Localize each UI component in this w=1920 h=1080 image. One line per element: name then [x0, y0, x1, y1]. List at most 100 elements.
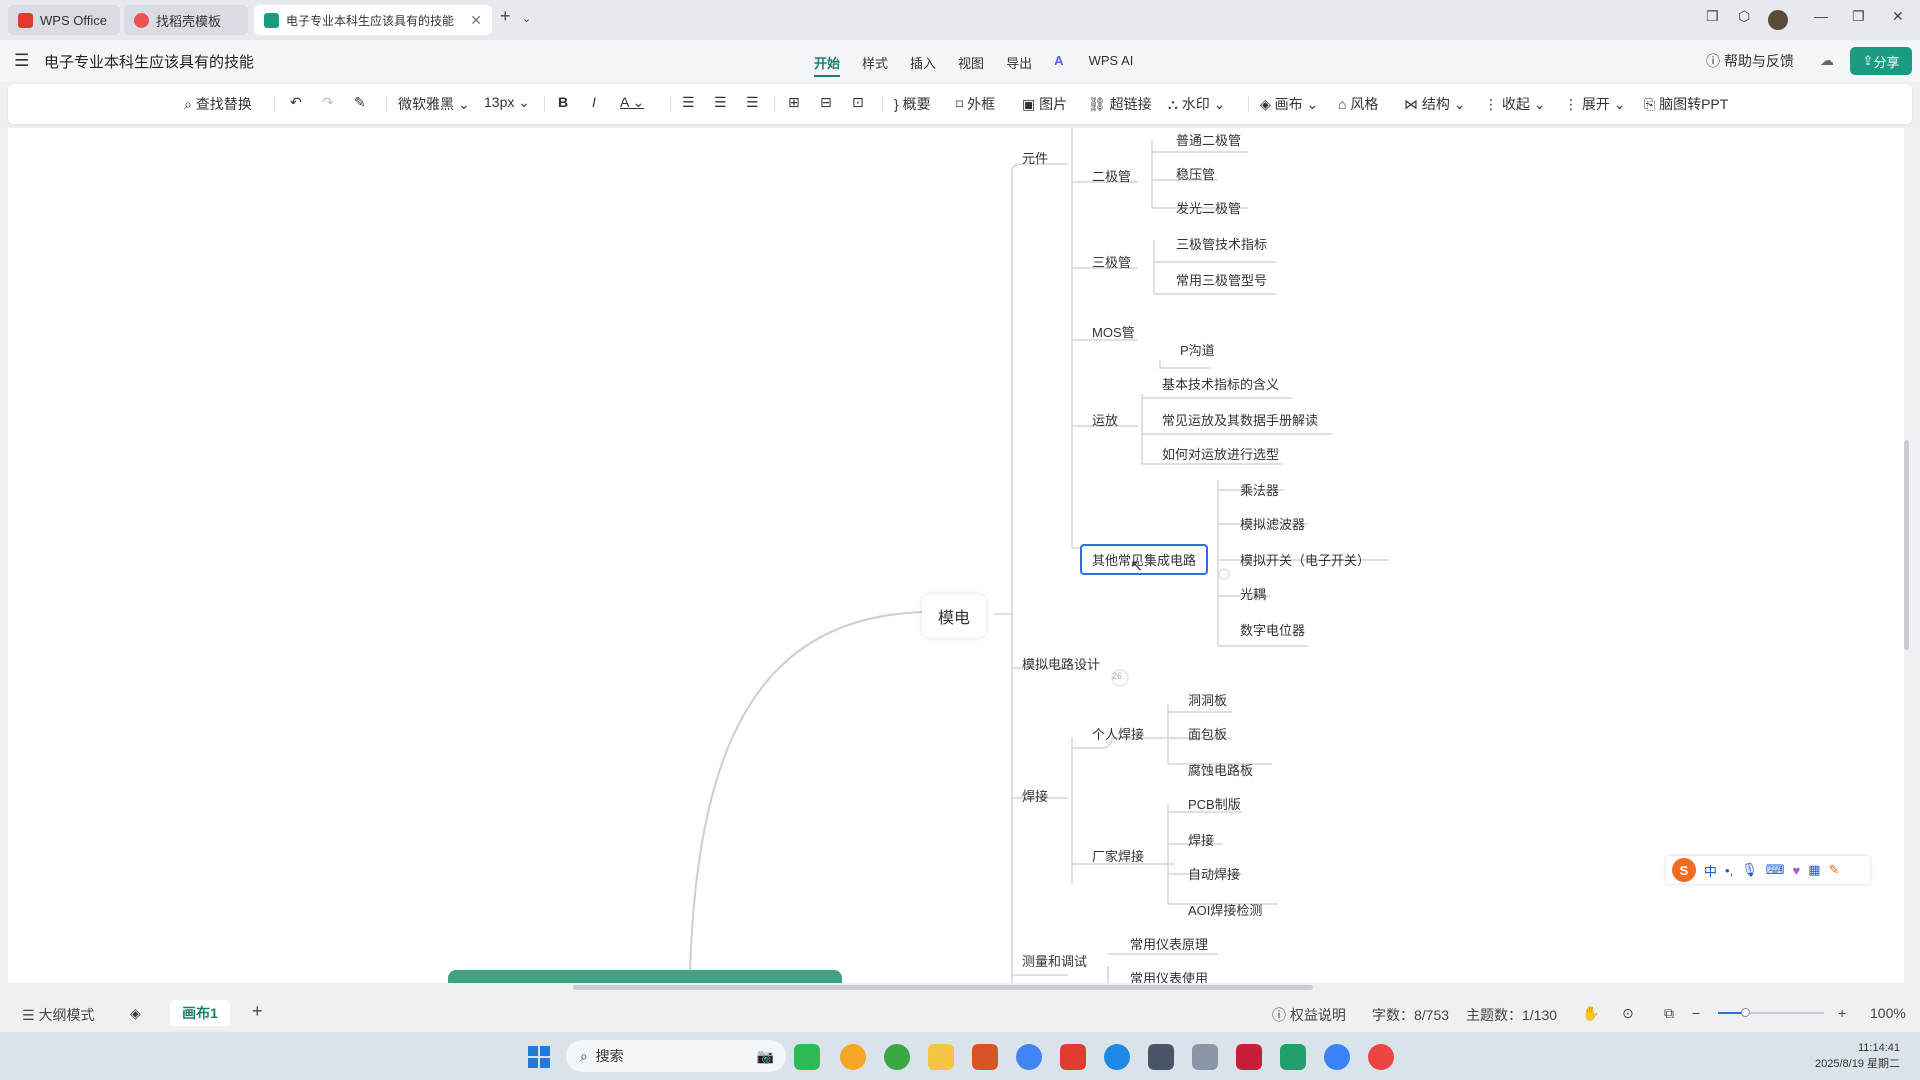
- wps-taskbar-icon[interactable]: [1060, 1044, 1086, 1070]
- topic-leaf[interactable]: 常用三极管型号: [1176, 270, 1267, 289]
- align-left-icon[interactable]: ☰: [682, 94, 695, 111]
- wechat-icon[interactable]: [794, 1044, 820, 1070]
- topic-leaf[interactable]: 光耦: [1240, 584, 1266, 603]
- font-family-select[interactable]: 微软雅黑 ⌄: [398, 94, 470, 114]
- topic-leaf[interactable]: 常用仪表原理: [1130, 934, 1208, 953]
- zoom-slider-thumb[interactable]: [1741, 1008, 1750, 1017]
- chat-app-icon[interactable]: [1104, 1044, 1130, 1070]
- outline-mode-button[interactable]: ☰ 大纲模式: [22, 1005, 94, 1025]
- hamburger-menu-icon[interactable]: ☰: [14, 51, 29, 71]
- format-painter-icon[interactable]: ✎: [354, 94, 366, 111]
- find-replace-button[interactable]: ⌕ 查找替换: [184, 94, 252, 114]
- taskbar-search[interactable]: ⌕ 搜索 📷: [566, 1040, 786, 1072]
- tab-mindmap[interactable]: 电子专业本科生应该具有的技能 ✕: [254, 5, 492, 35]
- close-tab-icon[interactable]: ✕: [470, 12, 482, 29]
- system-clock[interactable]: 11:14:41 2025/8/19 星期二: [1800, 1040, 1900, 1072]
- tab-insert[interactable]: 插入: [910, 53, 936, 77]
- expand-button[interactable]: ⋮ 展开 ⌄: [1564, 94, 1626, 114]
- topic-leaf[interactable]: 基本技术指标的含义: [1162, 374, 1279, 393]
- topic-components[interactable]: 元件: [1022, 148, 1048, 167]
- box-icon[interactable]: ⬡: [1738, 8, 1750, 25]
- green-topic-node[interactable]: [448, 970, 842, 983]
- topic-leaf[interactable]: PCB制版: [1188, 794, 1241, 813]
- tab-wps-ai[interactable]: A WPS AI: [1054, 53, 1155, 77]
- topic-leaf[interactable]: 模拟开关（电子开关）: [1240, 550, 1370, 569]
- windows-start-icon[interactable]: [528, 1046, 550, 1068]
- window-tile-icon[interactable]: ❐: [1706, 8, 1719, 25]
- align-right-icon[interactable]: ☰: [746, 94, 759, 111]
- layers-icon[interactable]: ◈: [130, 1005, 141, 1022]
- edge-icon[interactable]: [884, 1044, 910, 1070]
- chevron-down-icon[interactable]: ⌄: [522, 12, 531, 25]
- hyperlink-button[interactable]: ⛓ 超链接: [1088, 94, 1152, 114]
- insert-parent-icon[interactable]: ⊡: [852, 94, 864, 111]
- redo-icon[interactable]: ↷: [322, 94, 334, 111]
- topic-leaf[interactable]: AOI焊接检测: [1188, 900, 1262, 919]
- image-button[interactable]: ▣ 图片: [1022, 94, 1067, 114]
- insert-subtopic-icon[interactable]: ⊟: [820, 94, 832, 111]
- close-window-icon[interactable]: ✕: [1892, 8, 1904, 25]
- bold-icon[interactable]: B: [558, 94, 568, 110]
- canvas-tab-1[interactable]: 画布1: [170, 1000, 230, 1026]
- microphone-icon[interactable]: 🎙: [1741, 862, 1758, 878]
- vertical-scrollbar[interactable]: [1904, 440, 1909, 650]
- topic-leaf[interactable]: P沟道: [1180, 340, 1215, 359]
- topic-opamp[interactable]: 运放: [1092, 410, 1118, 429]
- zoom-in-icon[interactable]: +: [1838, 1005, 1846, 1021]
- style-button[interactable]: ⌂ 风格: [1338, 94, 1378, 114]
- font-size-select[interactable]: 13px ⌄: [484, 94, 530, 111]
- magnifier-app-icon[interactable]: [840, 1044, 866, 1070]
- tab-view[interactable]: 视图: [958, 53, 984, 77]
- mindmap-to-ppt-button[interactable]: ⎘ 脑图转PPT: [1644, 94, 1728, 114]
- rights-button[interactable]: ⓘ 权益说明: [1272, 1005, 1346, 1025]
- minimize-icon[interactable]: —: [1814, 8, 1828, 24]
- zoom-level[interactable]: 100%: [1870, 1005, 1906, 1021]
- topic-leaf[interactable]: 焊接: [1188, 830, 1214, 849]
- summary-button[interactable]: } 概要: [894, 94, 931, 114]
- cloud-sync-icon[interactable]: ☁: [1820, 52, 1834, 69]
- share-button[interactable]: ⇪ 分享: [1850, 47, 1912, 75]
- ime-language[interactable]: 中: [1704, 861, 1717, 880]
- calculator-icon[interactable]: [1148, 1044, 1174, 1070]
- mindmap-canvas[interactable]: 模电 元件 模拟电路设计 26 焊接 测量和调试 二极管 三极管 MOS管 运放…: [8, 128, 1904, 983]
- watermark-button[interactable]: ⛬ 水印 ⌄: [1168, 94, 1225, 114]
- tab-wps-office[interactable]: WPS Office: [8, 5, 120, 35]
- collapsed-count-badge[interactable]: 26: [1112, 671, 1122, 681]
- record-icon[interactable]: [1368, 1044, 1394, 1070]
- topic-leaf[interactable]: 常用仪表使用: [1130, 968, 1208, 983]
- ime-toolbar[interactable]: S 中 •, 🎙 ⌨ ♥ ▦ ✎: [1666, 856, 1870, 884]
- tab-export[interactable]: 导出: [1006, 53, 1032, 77]
- topic-diode[interactable]: 二极管: [1092, 166, 1131, 185]
- document-title[interactable]: 电子专业本科生应该具有的技能: [44, 51, 254, 72]
- remote-desktop-icon[interactable]: [1280, 1044, 1306, 1070]
- topic-leaf[interactable]: 稳压管: [1176, 164, 1215, 183]
- matlab-icon[interactable]: [972, 1044, 998, 1070]
- frame-button[interactable]: ⌑ 外框: [956, 94, 995, 114]
- topic-welding[interactable]: 焊接: [1022, 786, 1048, 805]
- topic-leaf[interactable]: 腐蚀电路板: [1188, 760, 1253, 779]
- locate-icon[interactable]: ⊙: [1622, 1005, 1634, 1022]
- collapse-button[interactable]: ⋮ 收起 ⌄: [1484, 94, 1546, 114]
- topic-leaf[interactable]: 普通二极管: [1176, 130, 1241, 149]
- topic-leaf[interactable]: 面包板: [1188, 724, 1227, 743]
- topic-measurement[interactable]: 测量和调试: [1022, 951, 1087, 970]
- topic-triode[interactable]: 三极管: [1092, 252, 1131, 271]
- topic-leaf[interactable]: 数字电位器: [1240, 620, 1305, 639]
- structure-button[interactable]: ⋈ 结构 ⌄: [1404, 94, 1466, 114]
- chrome-icon[interactable]: [1016, 1044, 1042, 1070]
- undo-icon[interactable]: ↶: [290, 94, 302, 111]
- grid-icon[interactable]: ▦: [1808, 862, 1820, 878]
- topic-leaf[interactable]: 洞洞板: [1188, 690, 1227, 709]
- topic-analog-design[interactable]: 模拟电路设计: [1022, 654, 1100, 673]
- tab-style[interactable]: 样式: [862, 53, 888, 77]
- tab-start[interactable]: 开始: [814, 53, 841, 77]
- topic-leaf[interactable]: 模拟滤波器: [1240, 514, 1305, 533]
- root-topic[interactable]: 模电: [922, 594, 987, 638]
- topic-leaf[interactable]: 三极管技术指标: [1176, 234, 1267, 253]
- italic-icon[interactable]: I: [592, 94, 596, 110]
- topic-leaf[interactable]: 自动焊接: [1188, 864, 1240, 883]
- file-explorer-icon[interactable]: [928, 1044, 954, 1070]
- punctuation-icon[interactable]: •,: [1725, 863, 1733, 878]
- canvas-button[interactable]: ◈ 画布 ⌄: [1260, 94, 1318, 114]
- topic-leaf[interactable]: 乘法器: [1240, 480, 1279, 499]
